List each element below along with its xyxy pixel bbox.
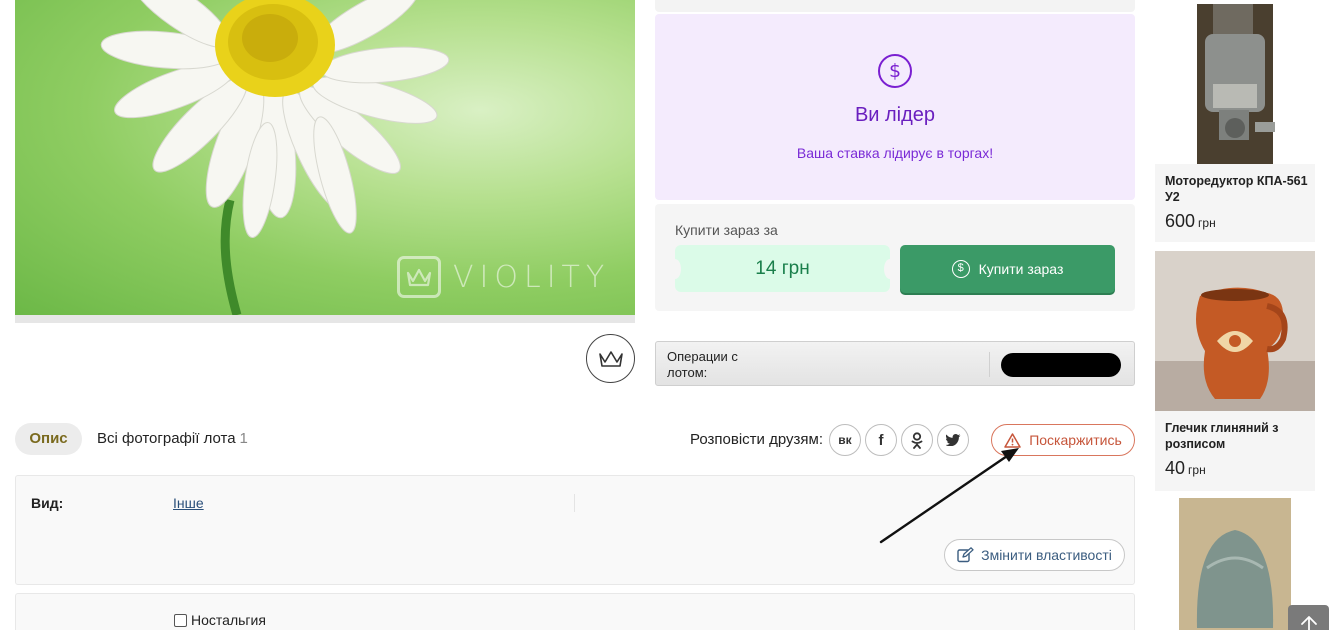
- leader-title: Ви лідер: [854, 104, 936, 126]
- vk-share-button[interactable]: вк: [829, 424, 861, 456]
- buy-now-panel: Купити зараз за 14 грн $ Купити зараз: [655, 204, 1135, 311]
- crown-watermark-icon: [397, 256, 441, 298]
- lot-photo[interactable]: VIOLITY: [15, 0, 635, 315]
- sidebar-lot-price: 600 грн: [1165, 211, 1216, 232]
- nostalgia-option: Ностальгия: [174, 612, 266, 628]
- buy-now-button[interactable]: $ Купити зараз: [900, 245, 1115, 293]
- facebook-icon: f: [878, 431, 884, 449]
- sidebar-lot-currency: грн: [1198, 216, 1216, 230]
- nostalgia-checkbox[interactable]: [174, 613, 187, 627]
- dollar-circle-icon: $: [951, 260, 970, 278]
- sidebar-lot-currency: грн: [1188, 463, 1206, 477]
- watermark-text: VIOLITY: [453, 259, 611, 295]
- arrow-up-icon: [1300, 616, 1317, 630]
- twitter-share-button[interactable]: [937, 424, 969, 456]
- tab-all-photos-label: Всі фотографії лота: [97, 430, 236, 447]
- properties-panel: Вид: Інше Змінити властивості: [15, 475, 1135, 585]
- sidebar-lot-price-value: 600: [1165, 211, 1196, 231]
- sidebar-lot-title: Моторедуктор КПА-561 У2: [1165, 174, 1308, 204]
- buy-now-label: Купити зараз за: [675, 222, 778, 238]
- lot-operations-select[interactable]: [1001, 353, 1121, 377]
- lot-thumbnail: [1155, 251, 1315, 411]
- warning-icon: [1004, 432, 1021, 448]
- edit-properties-label: Змінити властивості: [981, 547, 1112, 563]
- top-panel-edge: [655, 0, 1135, 12]
- odnoklassniki-share-button[interactable]: [901, 424, 933, 456]
- violity-watermark: VIOLITY: [397, 256, 610, 298]
- facebook-share-button[interactable]: f: [865, 424, 897, 456]
- lot-thumbnail: [1155, 4, 1315, 164]
- crown-button[interactable]: [586, 334, 635, 383]
- twitter-icon: [945, 434, 960, 446]
- sidebar-lot-card[interactable]: Глечик глиняний з розписом 40 грн: [1155, 251, 1315, 491]
- complain-label: Поскаржитись: [1029, 432, 1122, 448]
- tab-all-photos[interactable]: Всі фотографії лота 1: [97, 430, 248, 447]
- vk-icon: вк: [838, 433, 852, 447]
- divider: [989, 352, 990, 377]
- divider: [574, 494, 575, 512]
- photo-thumbnail-bar: [15, 315, 635, 323]
- property-type-value[interactable]: Інше: [173, 495, 204, 511]
- edit-icon: [957, 547, 974, 563]
- property-type-label: Вид:: [31, 495, 64, 511]
- share-label: Розповісти друзям:: [690, 431, 823, 448]
- photos-count: 1: [239, 430, 248, 447]
- sidebar-lot-title: Глечик глиняний з розписом: [1165, 421, 1279, 451]
- edit-properties-button[interactable]: Змінити властивості: [944, 539, 1125, 571]
- buy-now-button-label: Купити зараз: [978, 261, 1064, 277]
- sidebar-lot-price: 40 грн: [1165, 458, 1206, 479]
- crown-icon: [598, 350, 623, 367]
- odnoklassniki-icon: [911, 431, 923, 449]
- lot-operations-label: Операции с лотом:: [667, 349, 738, 380]
- tab-description[interactable]: Опис: [15, 423, 82, 455]
- scroll-to-top-button[interactable]: [1288, 605, 1329, 630]
- buy-now-price: 14 грн: [669, 245, 896, 292]
- nostalgia-label: Ностальгия: [191, 612, 266, 628]
- leader-subtitle: Ваша ставка лідирує в торгах!: [796, 145, 994, 161]
- sidebar-lot-card[interactable]: Моторедуктор КПА-561 У2 600 грн: [1155, 4, 1315, 242]
- leader-panel: $ Ви лідер Ваша ставка лідирує в торгах!: [655, 14, 1135, 200]
- lot-operations-bar: Операции с лотом:: [655, 341, 1135, 386]
- properties-panel-2: Ностальгия: [15, 593, 1135, 630]
- sidebar-lot-price-value: 40: [1165, 458, 1186, 478]
- dollar-circle-icon: $: [878, 54, 912, 88]
- complain-button[interactable]: Поскаржитись: [991, 424, 1135, 456]
